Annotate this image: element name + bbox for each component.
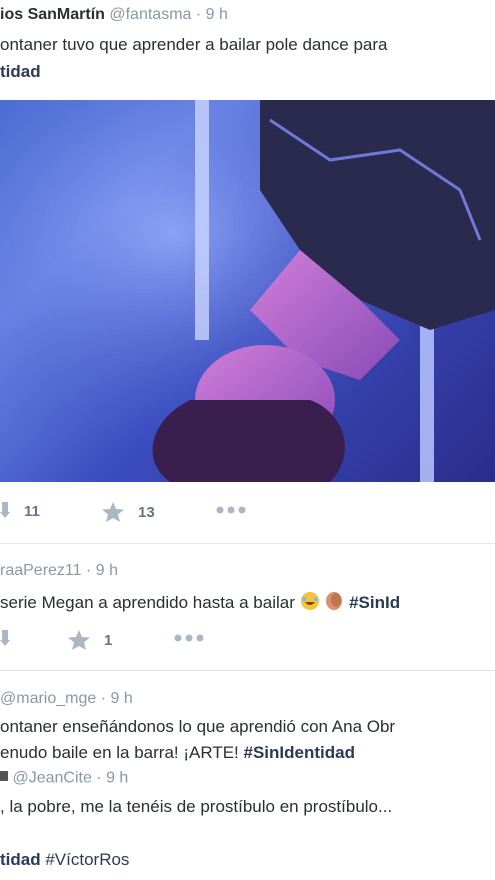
star-icon (68, 630, 90, 650)
tweet4-header: @JeanCite · 9 h (0, 769, 128, 788)
tweet4-separator: · (96, 769, 102, 787)
more-icon (174, 634, 204, 642)
tweet2-text-body: serie Megan a aprendido hasta a bailar (0, 592, 295, 612)
tweet1-retweet-count: 11 (24, 502, 40, 520)
divider (0, 543, 495, 544)
tweet1-text-line1: ontaner tuvo que aprender a bailar pole … (0, 35, 388, 54)
tweet2-more-button[interactable] (174, 634, 204, 642)
tweet1-favorite-button[interactable]: 13 (102, 502, 155, 522)
tweet2-timestamp[interactable]: 9 h (96, 562, 118, 579)
tweet1-retweet-button[interactable]: 11 (0, 502, 40, 520)
tweet2-favorite-button[interactable]: 1 (68, 630, 112, 650)
tweet4-text-line2: tidad #VíctorRos (0, 850, 129, 870)
tweet2-separator: · (85, 562, 92, 579)
tweet2-retweet-button[interactable] (0, 630, 14, 648)
tweet3-text-line1: ontaner enseñándonos lo que aprendió con… (0, 717, 396, 736)
pole-dance-photo (0, 100, 495, 482)
tweet1-favorite-count: 13 (138, 503, 155, 521)
tweet1-separator: · (195, 6, 202, 23)
tweet1-actions: 11 13 (0, 502, 495, 526)
clapping-hands-emoji-icon (324, 591, 344, 616)
tweet3-separator: · (100, 690, 107, 707)
tweet2-actions: 1 (0, 630, 495, 654)
retweet-icon (0, 630, 10, 646)
tweet4-text-line1: , la pobre, me la tenéis de prostíbulo e… (0, 797, 393, 816)
tweet1-timestamp[interactable]: 9 h (206, 6, 228, 23)
divider (0, 670, 495, 671)
tweet4-timestamp[interactable]: 9 h (106, 770, 128, 787)
tweet4-hashtag-link[interactable]: #VíctorRos (45, 850, 129, 869)
tweet3-text-line2: enudo baile en la barra! ¡ARTE! #SinIden… (0, 743, 355, 763)
tweet1-text-line2[interactable]: tidad (0, 62, 41, 82)
laughing-emoji-icon (300, 591, 320, 616)
tweet4-hashtag-fragment[interactable]: tidad (0, 850, 41, 869)
tweet1-more-button[interactable] (216, 506, 246, 514)
tweet1-media-image[interactable] (0, 100, 495, 482)
tweet3-header: @mario_mge · 9 h (0, 690, 133, 708)
tweet3-hashtag-link[interactable]: #SinIdentidad (244, 743, 355, 762)
tweet2-author-handle[interactable]: raaPerez11 (0, 562, 82, 579)
tweet2-hashtag-link[interactable]: #SinId (349, 593, 400, 612)
tweet4-author-handle[interactable]: @JeanCite (12, 770, 91, 787)
tweet1-header: ios SanMartín @fantasma · 9 h (0, 6, 228, 24)
tweet2-favorite-count: 1 (104, 631, 113, 649)
tweet1-author-handle[interactable]: @fantasma (109, 6, 191, 23)
avatar[interactable] (0, 769, 8, 788)
more-icon (216, 506, 246, 514)
tweet3-timestamp[interactable]: 9 h (111, 690, 133, 707)
tweet3-text-line2-body: enudo baile en la barra! ¡ARTE! (0, 743, 239, 762)
star-icon (102, 502, 124, 522)
retweet-icon (0, 502, 10, 518)
tweet1-author-name[interactable]: ios SanMartín (0, 6, 105, 23)
tweet3-author-handle[interactable]: @mario_mge (0, 690, 96, 707)
tweet2-text: serie Megan a aprendido hasta a bailar #… (0, 591, 400, 616)
tweet2-header: raaPerez11 · 9 h (0, 562, 118, 580)
